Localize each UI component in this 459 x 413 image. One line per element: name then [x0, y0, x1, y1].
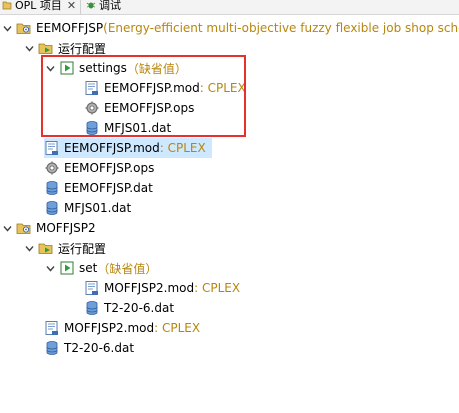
data-file-icon	[84, 300, 100, 316]
tree-item-label: EEMOFFJSP.ops	[104, 101, 195, 115]
tree-item-project-eemoffjsp[interactable]: EEMOFFJSP (Energy-efficient multi-object…	[3, 18, 459, 38]
tree-item-config-model-file[interactable]: EEMOFFJSP.mod : CPLEX	[84, 78, 246, 98]
tree-item-label: MOFFJSP2.mod	[64, 321, 155, 335]
chevron-down-icon[interactable]	[3, 224, 12, 233]
chevron-down-icon[interactable]	[25, 44, 34, 53]
opl-project-icon	[16, 20, 32, 36]
run-configuration-folder-icon	[38, 240, 54, 256]
settings-file-icon	[84, 100, 100, 116]
tree-item-config-settings-file[interactable]: EEMOFFJSP.ops	[84, 98, 194, 118]
tree-item-label: MFJS01.dat	[64, 201, 132, 215]
debug-tab-icon	[86, 0, 96, 10]
tree-item-label: T2-20-6.dat	[64, 341, 135, 355]
tree-item-run-configurations[interactable]: 运行配置	[25, 38, 106, 58]
tree-item-label: MOFFJSP2	[36, 221, 96, 235]
tree-item-data-file[interactable]: EEMOFFJSP.dat	[44, 178, 153, 198]
tab-opl-project-label: OPL 项目	[15, 0, 62, 12]
tree-item-settings-config[interactable]: settings （缺省值）	[46, 58, 187, 78]
tree-item-label: EEMOFFJSP.dat	[64, 181, 153, 195]
model-file-icon	[44, 140, 60, 156]
project-description: (Energy-efficient multi-objective fuzzy …	[103, 21, 459, 35]
chevron-down-icon[interactable]	[46, 264, 55, 273]
run-configuration-folder-icon	[38, 40, 54, 56]
tree-item-label: EEMOFFJSP	[36, 21, 104, 35]
chevron-down-icon[interactable]	[46, 64, 55, 73]
model-file-icon	[84, 280, 100, 296]
data-file-icon	[44, 200, 60, 216]
model-file-icon	[84, 80, 100, 96]
tree-item-label: T2-20-6.dat	[104, 301, 175, 315]
tree-item-config-data-file[interactable]: MFJS01.dat	[84, 118, 171, 138]
tab-debug-label: 调试	[99, 0, 121, 12]
default-config-tag: （缺省值）	[97, 261, 158, 276]
tab-debug[interactable]: 调试	[86, 0, 121, 13]
tree-item-model-file[interactable]: MOFFJSP2.mod : CPLEX	[44, 318, 200, 338]
chevron-down-icon[interactable]	[25, 244, 34, 253]
solver-tag: : CPLEX	[194, 281, 241, 295]
tree-item-label: 运行配置	[58, 41, 107, 56]
opl-project-tab-icon	[2, 0, 12, 10]
tree-item-label: 运行配置	[58, 241, 107, 256]
tree-item-label: MFJS01.dat	[104, 121, 172, 135]
view-tab-bar: OPL 项目 ✕ 调试	[0, 0, 459, 15]
tree-item-config-data-file[interactable]: T2-20-6.dat	[84, 298, 174, 318]
tree-item-project-moffjsp2[interactable]: MOFFJSP2	[3, 218, 96, 238]
opl-project-icon	[16, 220, 32, 236]
tree-item-label: EEMOFFJSP.ops	[64, 161, 155, 175]
tree-item-label: EEMOFFJSP.mod	[104, 81, 200, 95]
model-file-icon	[44, 320, 60, 336]
tree-item-config-model-file[interactable]: MOFFJSP2.mod : CPLEX	[84, 278, 240, 298]
data-file-icon	[44, 340, 60, 356]
solver-tag: : CPLEX	[159, 141, 206, 155]
solver-tag: : CPLEX	[199, 81, 246, 95]
default-config-tag: （缺省值）	[126, 61, 187, 76]
run-configuration-icon	[59, 260, 75, 276]
tree-item-label: MOFFJSP2.mod	[104, 281, 195, 295]
tree-item-data-file[interactable]: T2-20-6.dat	[44, 338, 134, 358]
tree-item-data-file[interactable]: MFJS01.dat	[44, 198, 131, 218]
tab-opl-project[interactable]: OPL 项目 ✕	[2, 0, 76, 13]
tree-item-label: settings	[79, 61, 127, 75]
tab-divider	[80, 0, 81, 14]
tree-item-label: EEMOFFJSP.mod	[64, 141, 160, 155]
data-file-icon	[84, 120, 100, 136]
tree-item-settings-file[interactable]: EEMOFFJSP.ops	[44, 158, 154, 178]
tree-item-model-file-selected[interactable]: EEMOFFJSP.mod : CPLEX	[44, 138, 212, 158]
tree-item-run-configurations[interactable]: 运行配置	[25, 238, 106, 258]
run-configuration-icon	[59, 60, 75, 76]
tree-item-set-config[interactable]: set （缺省值）	[46, 258, 157, 278]
tree-item-label: set	[79, 261, 98, 275]
chevron-down-icon[interactable]	[3, 24, 12, 33]
close-icon[interactable]: ✕	[67, 0, 76, 12]
solver-tag: : CPLEX	[154, 321, 201, 335]
settings-file-icon	[44, 160, 60, 176]
data-file-icon	[44, 180, 60, 196]
